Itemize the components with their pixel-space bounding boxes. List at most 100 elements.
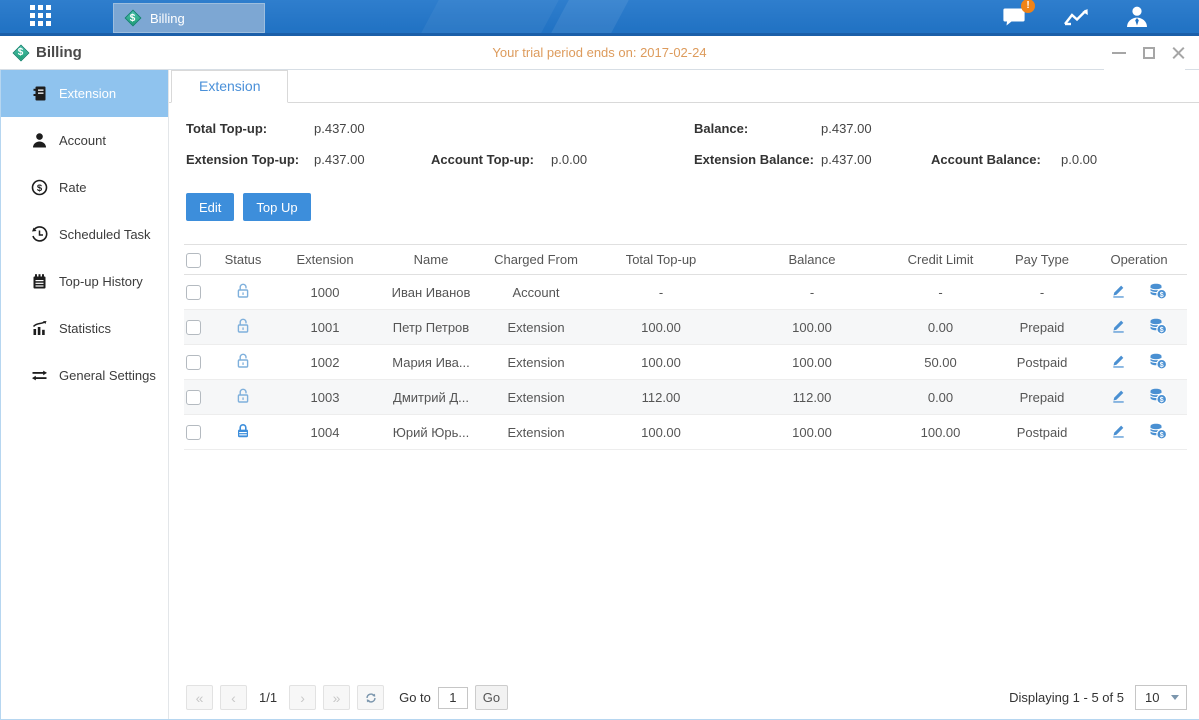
displaying-text: Displaying 1 - 5 of 5 [1009,690,1124,705]
status-unlocked-icon [234,352,252,373]
messages-icon[interactable]: ! [1001,3,1029,31]
edit-icon[interactable] [1110,282,1127,302]
column-header-extension: Extension [274,245,376,275]
apps-grid-icon[interactable] [30,5,53,28]
extension-topup-value: p.437.00 [314,152,365,167]
row-checkbox[interactable] [186,355,201,370]
topup-icon[interactable]: $ [1148,352,1168,373]
table-row[interactable]: 1001 Петр Петров Extension 100.00 100.00… [184,310,1187,345]
summary-stats: Total Top-up: p.437.00 Balance: p.437.00… [169,115,1199,181]
page-size-select[interactable]: 10 [1135,685,1187,710]
sidebar-item-label: Statistics [59,321,111,336]
row-checkbox[interactable] [186,390,201,405]
system-topbar: $ Billing ! [0,0,1199,36]
pagination-summary: Displaying 1 - 5 of 5 10 [1009,685,1187,710]
maximize-icon[interactable] [1143,47,1155,59]
sidebar-item-general-settings[interactable]: General Settings [1,352,168,399]
column-header-charged-from: Charged From [486,245,586,275]
screen: $ Billing ! [0,0,1199,720]
sidebar-item-label: Extension [59,86,116,101]
first-page-button[interactable]: « [186,685,213,710]
go-button[interactable]: Go [475,685,508,710]
goto-page-input[interactable] [438,687,468,709]
sidebar-item-topup-history[interactable]: Top-up History [1,258,168,305]
cell-pay-type: Prepaid [993,380,1091,415]
cell-charged-from: Extension [486,415,586,450]
total-topup-label: Total Top-up: [186,121,267,136]
table-row[interactable]: 1002 Мария Ива... Extension 100.00 100.0… [184,345,1187,380]
row-checkbox[interactable] [186,320,201,335]
status-unlocked-icon [234,317,252,338]
cell-credit-limit: 0.00 [888,380,993,415]
extension-balance-value: p.437.00 [821,152,872,167]
sidebar-item-label: Account [59,133,106,148]
prev-page-button[interactable]: ‹ [220,685,247,710]
cell-extension: 1004 [274,415,376,450]
sidebar: Extension Account $ Rate [1,70,169,719]
select-all-checkbox[interactable] [186,253,201,268]
cell-name: Юрий Юрь... [376,415,486,450]
cell-extension: 1002 [274,345,376,380]
topup-icon[interactable]: $ [1148,282,1168,303]
cell-extension: 1000 [274,275,376,310]
close-icon[interactable] [1172,47,1185,60]
cell-name: Дмитрий Д... [376,380,486,415]
cell-extension: 1001 [274,310,376,345]
sidebar-item-rate[interactable]: $ Rate [1,164,168,211]
cell-credit-limit: 100.00 [888,415,993,450]
status-locked-icon [234,422,252,443]
window-title: Billing [36,44,82,61]
edit-icon[interactable] [1110,422,1127,442]
table-row[interactable]: 1000 Иван Иванов Account - - - - $ [184,275,1187,310]
column-header-credit-limit: Credit Limit [888,245,993,275]
cell-pay-type: Prepaid [993,310,1091,345]
sidebar-item-label: Top-up History [59,274,143,289]
table-row[interactable]: 1004 Юрий Юрь... Extension 100.00 100.00… [184,415,1187,450]
edit-icon[interactable] [1110,387,1127,407]
taskbar-tab-billing[interactable]: $ Billing [113,3,265,33]
sidebar-item-account[interactable]: Account [1,117,168,164]
main-content: Extension Total Top-up: p.437.00 Balance… [169,70,1199,719]
sidebar-item-extension[interactable]: Extension [1,70,168,117]
cell-total-topup: 100.00 [586,310,736,345]
status-unlocked-icon [234,387,252,408]
edit-icon[interactable] [1110,317,1127,337]
sidebar-item-scheduled-task[interactable]: Scheduled Task [1,211,168,258]
edit-button[interactable]: Edit [186,193,234,221]
page-size-value: 10 [1145,690,1159,705]
extension-table: Status Extension Name Charged From Total… [184,244,1187,450]
top-up-button[interactable]: Top Up [243,193,310,221]
topup-icon[interactable]: $ [1148,422,1168,443]
cell-total-topup: 100.00 [586,345,736,380]
topup-history-icon [31,273,48,290]
cell-charged-from: Account [486,275,586,310]
row-checkbox[interactable] [186,425,201,440]
user-account-icon[interactable] [1123,3,1151,31]
column-header-total-topup: Total Top-up [586,245,736,275]
edit-icon[interactable] [1110,352,1127,372]
general-settings-icon [31,367,48,384]
billing-app-icon: $ [123,9,142,28]
refresh-button[interactable] [357,685,384,710]
next-page-button[interactable]: › [289,685,316,710]
cell-extension: 1003 [274,380,376,415]
cell-balance: - [736,275,888,310]
tab-extension[interactable]: Extension [171,70,288,103]
cell-charged-from: Extension [486,345,586,380]
minimize-icon[interactable] [1112,52,1126,54]
topup-icon[interactable]: $ [1148,317,1168,338]
extension-table-body: 1000 Иван Иванов Account - - - - $ [184,275,1187,450]
chevron-down-icon [1171,695,1179,700]
cell-credit-limit: 0.00 [888,310,993,345]
cell-total-topup: 112.00 [586,380,736,415]
window-title-group: $ Billing [11,43,90,62]
rate-icon: $ [31,179,48,196]
last-page-button[interactable]: » [323,685,350,710]
column-header-operation: Operation [1091,245,1187,275]
resource-monitor-icon[interactable] [1062,3,1090,31]
extension-balance-label: Extension Balance: [694,152,814,167]
row-checkbox[interactable] [186,285,201,300]
topup-icon[interactable]: $ [1148,387,1168,408]
table-row[interactable]: 1003 Дмитрий Д... Extension 112.00 112.0… [184,380,1187,415]
sidebar-item-statistics[interactable]: Statistics [1,305,168,352]
